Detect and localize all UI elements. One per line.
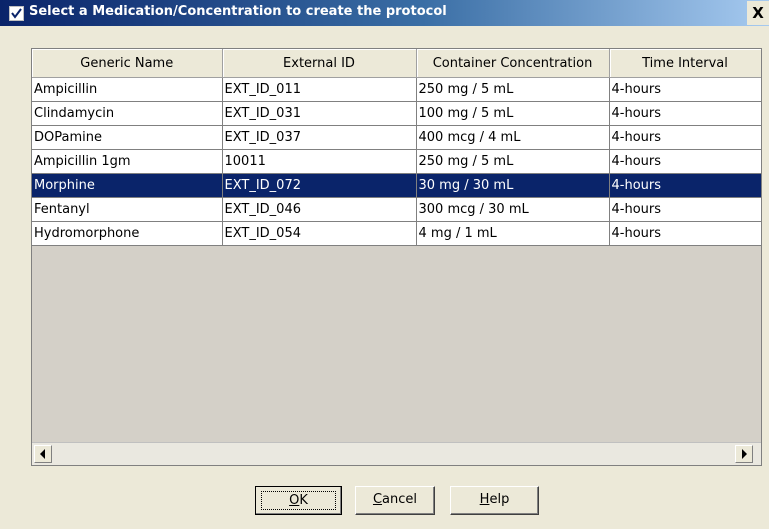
medication-table-frame: Generic Name External ID Container Concent… [31, 48, 762, 466]
table-cell: EXT_ID_037 [222, 125, 417, 150]
table-cell: 10011 [222, 149, 417, 174]
table-cell: 4-hours [609, 125, 761, 150]
table-cell: Ampicillin 1gm [32, 149, 223, 174]
focus-ring: OK [261, 491, 336, 510]
table-cell: Ampicillin [32, 77, 223, 102]
title-bar[interactable]: Select a Medication/Concentration to cre… [0, 0, 769, 26]
table-cell: 4-hours [609, 173, 761, 198]
table-cell: DOPamine [32, 125, 223, 150]
column-header[interactable]: Generic Name [32, 49, 223, 78]
cancel-label-rest: ancel [382, 492, 418, 507]
cancel-mnemonic: C [372, 492, 383, 507]
checkbox-check-icon [9, 6, 24, 21]
table-cell: EXT_ID_011 [222, 77, 417, 102]
table-body: Ampicillin EXT_ID_011 250 mg / 5 mL 4-hours… [32, 77, 761, 246]
table-row[interactable]: Clindamycin EXT_ID_031 100 mg / 5 mL 4-hour… [32, 101, 761, 126]
help-label-rest: elp [489, 492, 510, 507]
table-cell: 4 mg / 1 mL [416, 221, 610, 246]
dialog-title: Select a Medication/Concentration to cre… [29, 4, 447, 19]
table-row[interactable]: Fentanyl EXT_ID_046 300 mcg / 30 mL 4-hours [32, 197, 761, 222]
table-viewport: Generic Name External ID Container Concent… [32, 49, 761, 442]
table-cell: 4-hours [609, 221, 761, 246]
table-cell: 300 mcg / 30 mL [416, 197, 610, 222]
medication-table: Generic Name External ID Container Concent… [32, 49, 761, 246]
table-cell: 250 mg / 5 mL [416, 149, 610, 174]
table-cell: 30 mg / 30 mL [416, 173, 610, 198]
ok-mnemonic: O [289, 493, 300, 508]
column-header[interactable]: Time Interval [609, 49, 761, 78]
table-cell: 4-hours [609, 77, 761, 102]
scroll-left-button[interactable] [34, 445, 52, 463]
table-cell: 400 mcg / 4 mL [416, 125, 610, 150]
help-mnemonic: H [479, 492, 490, 507]
scrollbar-track[interactable] [54, 445, 733, 463]
table-row[interactable]: Hydromorphone EXT_ID_054 4 mg / 1 mL 4-hour… [32, 221, 761, 246]
column-header[interactable]: Container Concentration [416, 49, 610, 78]
table-cell: 4-hours [609, 197, 761, 222]
horizontal-scrollbar[interactable] [32, 442, 761, 465]
column-header[interactable]: External ID [222, 49, 417, 78]
cancel-button[interactable]: Cancel [355, 486, 435, 515]
arrow-right-icon [742, 449, 747, 459]
table-cell: 4-hours [609, 149, 761, 174]
table-cell: 4-hours [609, 101, 761, 126]
table-row[interactable]: Ampicillin 1gm 10011 250 mg / 5 mL 4-hours [32, 149, 761, 174]
table-cell: Hydromorphone [32, 221, 223, 246]
table-cell: 250 mg / 5 mL [416, 77, 610, 102]
table-row[interactable]: Ampicillin EXT_ID_011 250 mg / 5 mL 4-hours [32, 77, 761, 102]
table-header-row: Generic Name External ID Container Concent… [32, 49, 761, 78]
table-cell: Clindamycin [32, 101, 223, 126]
table-row[interactable]: Morphine EXT_ID_072 30 mg / 30 mL 4-hours [32, 173, 761, 198]
table-cell: EXT_ID_072 [222, 173, 417, 198]
table-row[interactable]: DOPamine EXT_ID_037 400 mcg / 4 mL 4-hours [32, 125, 761, 150]
table-cell: Morphine [32, 173, 223, 198]
help-button[interactable]: Help [450, 486, 539, 515]
table-cell: EXT_ID_031 [222, 101, 417, 126]
scroll-right-button[interactable] [735, 445, 753, 463]
close-button[interactable]: X [747, 1, 769, 25]
table-cell: 100 mg / 5 mL [416, 101, 610, 126]
arrow-left-icon [40, 449, 45, 459]
table-cell: EXT_ID_046 [222, 197, 417, 222]
table-cell: EXT_ID_054 [222, 221, 417, 246]
medication-dialog: Select a Medication/Concentration to cre… [0, 0, 769, 529]
ok-button[interactable]: OK [255, 486, 342, 515]
ok-label-rest: K [299, 493, 308, 508]
table-cell: Fentanyl [32, 197, 223, 222]
